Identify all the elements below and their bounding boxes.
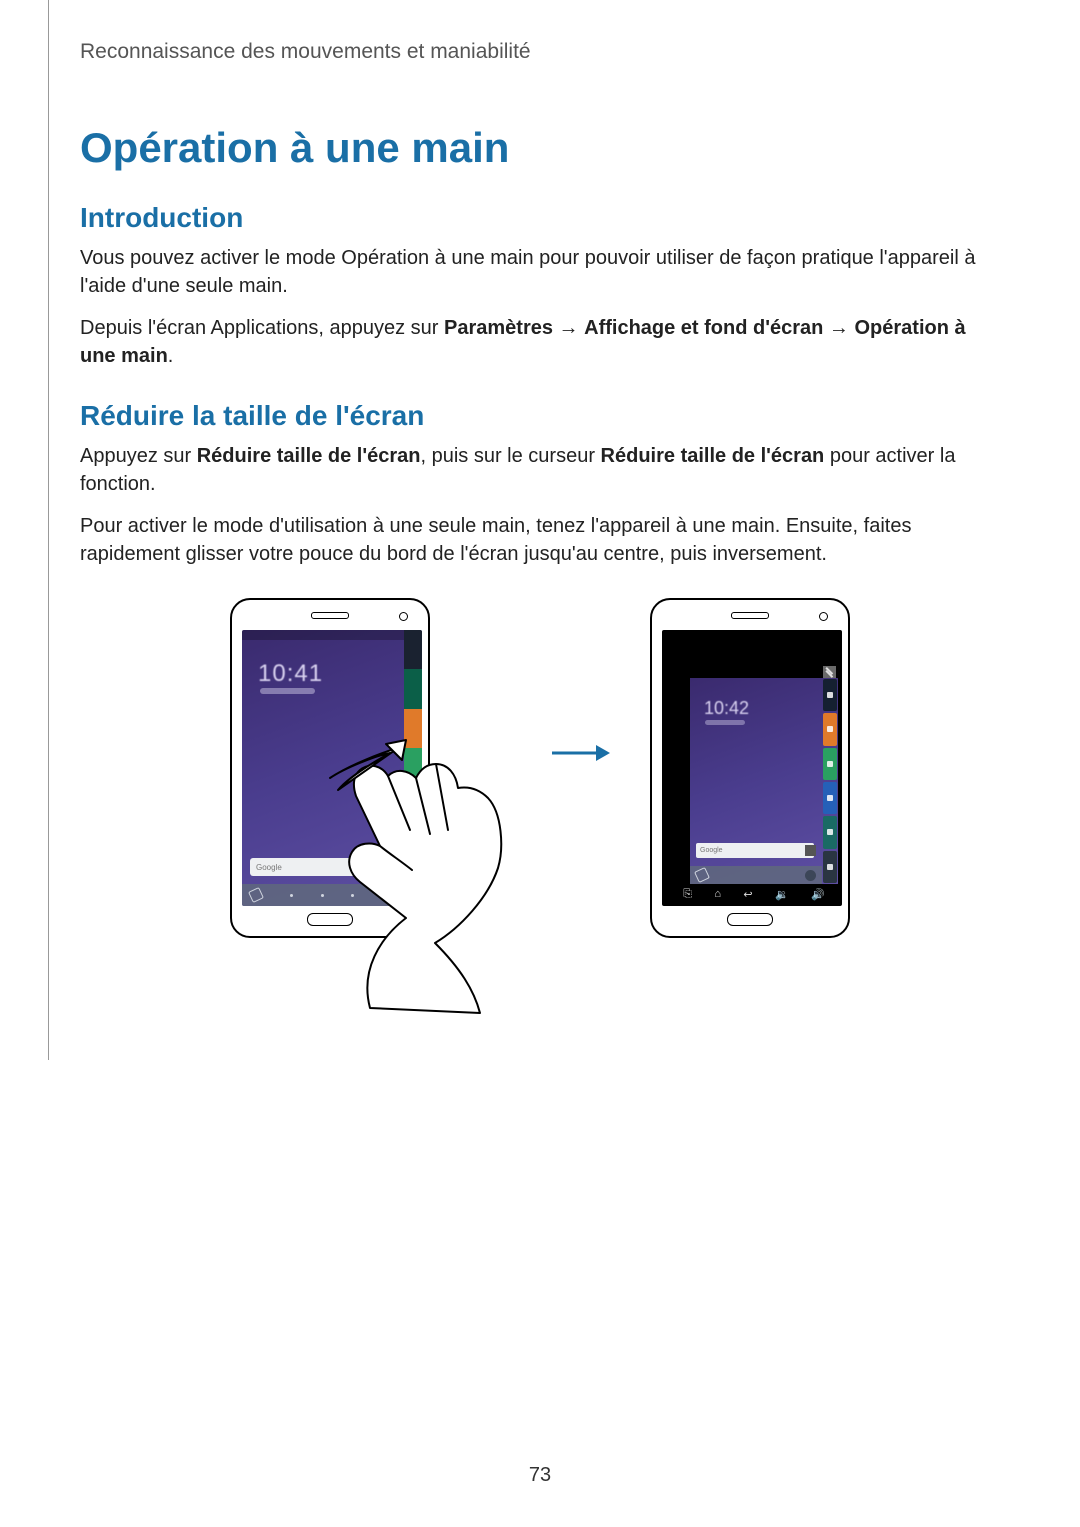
text-run: Depuis l'écran Applications, appuyez sur	[80, 317, 444, 339]
intro-paragraph-2: Depuis l'écran Applications, appuyez sur…	[80, 314, 1000, 370]
bold-affichage: Affichage et fond d'écran	[584, 317, 823, 339]
volume-down-icon: 🔉	[775, 888, 789, 901]
clock-date-placeholder	[705, 720, 745, 725]
page-margin-rule	[48, 0, 49, 1060]
dock-right	[690, 866, 822, 884]
figure-swipe-gesture: 10:41 Google	[230, 598, 510, 1018]
text-run: , puis sur le curseur	[420, 445, 600, 467]
edge-panel-right	[822, 678, 838, 884]
phone-body-left: 10:41 Google	[230, 598, 430, 938]
running-header: Reconnaissance des mouvements et maniabi…	[80, 40, 1000, 64]
figure-reduced-screen: 10:42 Google ⎘ ⌂ ↩ 🔉	[650, 598, 850, 938]
google-search-bar: Google	[250, 858, 396, 876]
dock-left	[242, 884, 404, 906]
phone-screen-left: 10:41 Google	[242, 630, 422, 906]
phone-app-icon	[250, 889, 262, 901]
clock-time-left: 10:41	[258, 660, 323, 688]
clock-date-placeholder	[260, 688, 315, 694]
edge-panel-left	[404, 630, 422, 906]
transition-arrow-icon	[550, 738, 610, 768]
nav-arrow: →	[823, 317, 854, 339]
recent-apps-icon: ⎘	[683, 888, 692, 901]
search-button-icon	[805, 845, 816, 856]
home-icon: ⌂	[714, 888, 721, 900]
apps-drawer-icon	[805, 870, 816, 881]
volume-up-icon: 🔊	[811, 888, 825, 901]
back-icon: ↩	[743, 888, 752, 901]
soft-key-bar: ⎘ ⌂ ↩ 🔉 🔊	[672, 886, 836, 902]
phone-speaker-icon	[731, 612, 769, 619]
page-number: 73	[0, 1464, 1080, 1487]
status-bar	[242, 630, 404, 640]
clock-time-right: 10:42	[704, 698, 749, 719]
nav-arrow: →	[553, 317, 584, 339]
bold-parametres: Paramètres	[444, 317, 553, 339]
google-search-bar: Google	[696, 843, 814, 858]
section-title-introduction: Introduction	[80, 202, 1000, 234]
bold-reduire-1: Réduire taille de l'écran	[197, 445, 421, 467]
reduced-window: 10:42 Google	[690, 678, 838, 884]
apps-drawer-icon	[382, 888, 396, 902]
phone-app-icon	[694, 867, 710, 883]
text-run: .	[168, 345, 174, 367]
figure-row: 10:41 Google	[80, 598, 1000, 1018]
phone-camera-icon	[399, 612, 408, 621]
home-button-icon	[307, 913, 353, 926]
phone-screen-right: 10:42 Google ⎘ ⌂ ↩ 🔉	[662, 630, 842, 906]
section-title-reduire: Réduire la taille de l'écran	[80, 400, 1000, 432]
bold-reduire-2: Réduire taille de l'écran	[601, 445, 825, 467]
intro-paragraph-1: Vous pouvez activer le mode Opération à …	[80, 244, 1000, 300]
phone-camera-icon	[819, 612, 828, 621]
home-button-icon	[727, 913, 773, 926]
reduce-paragraph-2: Pour activer le mode d'utilisation à une…	[80, 512, 1000, 568]
reduce-paragraph-1: Appuyez sur Réduire taille de l'écran, p…	[80, 442, 1000, 498]
phone-speaker-icon	[311, 612, 349, 619]
page-title: Opération à une main	[80, 124, 1000, 172]
text-run: Appuyez sur	[80, 445, 197, 467]
